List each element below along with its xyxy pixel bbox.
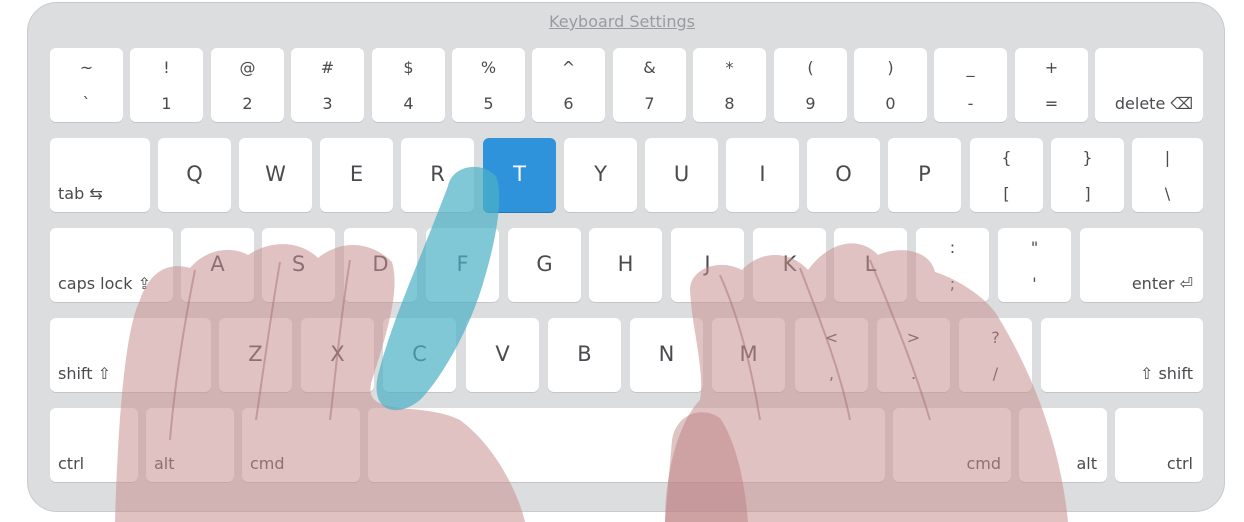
key-1[interactable]: ! 1 <box>130 48 203 122</box>
key-0[interactable]: ) 0 <box>854 48 927 122</box>
key-h[interactable]: H <box>589 228 662 302</box>
key-period[interactable]: > . <box>877 318 950 392</box>
key-comma[interactable]: < , <box>795 318 868 392</box>
key-x[interactable]: X <box>301 318 374 392</box>
key-right-bracket[interactable]: } ] <box>1051 138 1124 212</box>
key-space[interactable] <box>368 408 885 482</box>
key-left-bracket[interactable]: { [ <box>970 138 1043 212</box>
key-semicolon[interactable]: : ; <box>916 228 989 302</box>
key-f[interactable]: F <box>426 228 499 302</box>
key-8[interactable]: * 8 <box>693 48 766 122</box>
key-l[interactable]: L <box>834 228 907 302</box>
key-shift-left[interactable]: shift ⇧ <box>50 318 211 392</box>
key-m[interactable]: M <box>712 318 785 392</box>
key-7[interactable]: & 7 <box>613 48 686 122</box>
key-quote[interactable]: " ' <box>998 228 1071 302</box>
key-alt-left[interactable]: alt <box>146 408 234 482</box>
key-tilde[interactable]: ~ ` <box>50 48 123 122</box>
key-a[interactable]: A <box>181 228 254 302</box>
key-y[interactable]: Y <box>564 138 637 212</box>
key-ctrl-right[interactable]: ctrl <box>1115 408 1203 482</box>
key-caps-lock[interactable]: caps lock ⇪ <box>50 228 173 302</box>
key-v[interactable]: V <box>466 318 539 392</box>
key-p[interactable]: P <box>888 138 961 212</box>
key-d[interactable]: D <box>344 228 417 302</box>
key-3[interactable]: # 3 <box>291 48 364 122</box>
key-g[interactable]: G <box>508 228 581 302</box>
key-5[interactable]: % 5 <box>452 48 525 122</box>
key-2[interactable]: @ 2 <box>211 48 284 122</box>
keyboard-settings-link[interactable]: Keyboard Settings <box>0 12 1244 31</box>
key-r[interactable]: R <box>401 138 474 212</box>
key-9[interactable]: ( 9 <box>774 48 847 122</box>
key-u[interactable]: U <box>645 138 718 212</box>
key-cmd-right[interactable]: cmd <box>893 408 1011 482</box>
key-slash[interactable]: ? / <box>959 318 1032 392</box>
key-ctrl-left[interactable]: ctrl <box>50 408 138 482</box>
key-shift-right[interactable]: ⇧ shift <box>1041 318 1203 392</box>
key-cmd-left[interactable]: cmd <box>242 408 360 482</box>
key-s[interactable]: S <box>262 228 335 302</box>
key-b[interactable]: B <box>548 318 621 392</box>
key-delete[interactable]: delete ⌫ <box>1095 48 1203 122</box>
key-z[interactable]: Z <box>219 318 292 392</box>
key-i[interactable]: I <box>726 138 799 212</box>
key-equals[interactable]: + = <box>1015 48 1088 122</box>
key-j[interactable]: J <box>671 228 744 302</box>
key-e[interactable]: E <box>320 138 393 212</box>
key-backslash[interactable]: | \ <box>1132 138 1203 212</box>
key-k[interactable]: K <box>753 228 826 302</box>
key-w[interactable]: W <box>239 138 312 212</box>
key-4[interactable]: $ 4 <box>372 48 445 122</box>
key-q[interactable]: Q <box>158 138 231 212</box>
key-minus[interactable]: _ - <box>934 48 1007 122</box>
key-alt-right[interactable]: alt <box>1019 408 1107 482</box>
key-n[interactable]: N <box>630 318 703 392</box>
key-tab[interactable]: tab ⇆ <box>50 138 150 212</box>
key-t-active[interactable]: T <box>483 138 556 212</box>
key-enter[interactable]: enter ⏎ <box>1080 228 1203 302</box>
key-c[interactable]: C <box>383 318 456 392</box>
key-o[interactable]: O <box>807 138 880 212</box>
key-6[interactable]: ^ 6 <box>532 48 605 122</box>
